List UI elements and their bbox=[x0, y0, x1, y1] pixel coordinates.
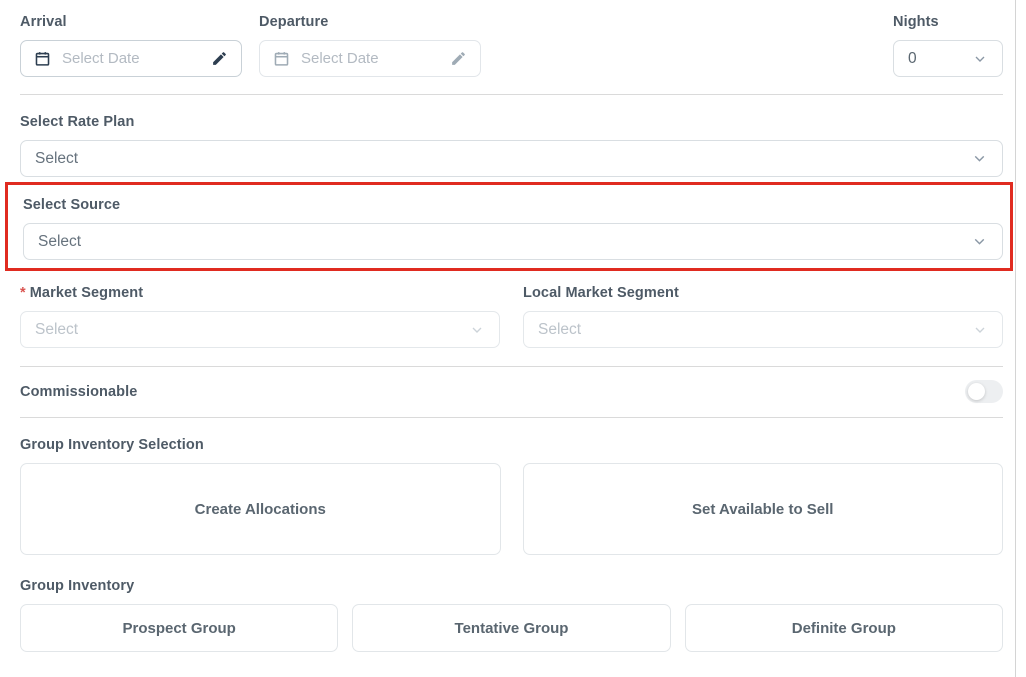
group-inventory-selection-options: Create Allocations Set Available to Sell bbox=[20, 463, 1003, 555]
chevron-down-icon bbox=[469, 322, 485, 338]
arrival-placeholder: Select Date bbox=[62, 50, 140, 67]
chevron-down-icon bbox=[971, 150, 988, 167]
local-market-segment-value: Select bbox=[538, 321, 581, 339]
departure-date-input[interactable]: Select Date bbox=[259, 40, 481, 77]
market-segment-value: Select bbox=[35, 321, 78, 339]
group-inventory-selection-label: Group Inventory Selection bbox=[20, 437, 1003, 453]
edit-pencil-icon[interactable] bbox=[211, 50, 228, 67]
commissionable-label: Commissionable bbox=[20, 384, 137, 400]
divider bbox=[20, 94, 1003, 95]
group-inventory-section: Group Inventory Prospect Group Tentative… bbox=[20, 578, 1003, 652]
rate-plan-select[interactable]: Select bbox=[20, 140, 1003, 177]
group-booking-form: Arrival Select Date bbox=[0, 0, 1026, 677]
panel-edge-divider bbox=[1015, 0, 1016, 677]
market-segment-label: *Market Segment bbox=[20, 285, 500, 301]
group-inventory-selection-section: Group Inventory Selection Create Allocat… bbox=[20, 437, 1003, 555]
dates-row: Arrival Select Date bbox=[20, 14, 1003, 77]
chevron-down-icon bbox=[972, 322, 988, 338]
edit-pencil-icon[interactable] bbox=[450, 50, 467, 67]
arrival-field-group: Arrival Select Date bbox=[20, 14, 242, 77]
set-available-to-sell-button[interactable]: Set Available to Sell bbox=[523, 463, 1004, 555]
prospect-group-button[interactable]: Prospect Group bbox=[20, 604, 338, 652]
nights-label: Nights bbox=[893, 14, 1003, 30]
local-market-segment-label: Local Market Segment bbox=[523, 285, 1003, 301]
chevron-down-icon bbox=[972, 51, 988, 67]
rate-plan-value: Select bbox=[35, 150, 78, 168]
tentative-group-button[interactable]: Tentative Group bbox=[352, 604, 670, 652]
group-inventory-options: Prospect Group Tentative Group Definite … bbox=[20, 604, 1003, 652]
departure-label: Departure bbox=[259, 14, 481, 30]
calendar-icon bbox=[34, 50, 51, 67]
departure-field-group: Departure Select Date bbox=[259, 14, 481, 77]
market-segment-row: *Market Segment Select Local Market Segm… bbox=[20, 285, 1003, 348]
market-segment-select[interactable]: Select bbox=[20, 311, 500, 348]
source-label: Select Source bbox=[23, 197, 1003, 213]
nights-select[interactable]: 0 bbox=[893, 40, 1003, 77]
create-allocations-button[interactable]: Create Allocations bbox=[20, 463, 501, 555]
rate-plan-label: Select Rate Plan bbox=[20, 114, 1003, 130]
source-highlight-box: Select Source Select bbox=[5, 182, 1013, 271]
calendar-icon bbox=[273, 50, 290, 67]
commissionable-row: Commissionable bbox=[20, 366, 1003, 418]
toggle-knob bbox=[968, 383, 985, 400]
departure-placeholder: Select Date bbox=[301, 50, 379, 67]
arrival-label: Arrival bbox=[20, 14, 242, 30]
arrival-date-input[interactable]: Select Date bbox=[20, 40, 242, 77]
rate-plan-section: Select Rate Plan Select bbox=[20, 114, 1003, 177]
definite-group-button[interactable]: Definite Group bbox=[685, 604, 1003, 652]
local-market-segment-select[interactable]: Select bbox=[523, 311, 1003, 348]
group-inventory-label: Group Inventory bbox=[20, 578, 1003, 594]
required-asterisk: * bbox=[20, 285, 26, 301]
chevron-down-icon bbox=[971, 233, 988, 250]
source-select[interactable]: Select bbox=[23, 223, 1003, 260]
nights-field-group: Nights 0 bbox=[893, 14, 1003, 77]
nights-value: 0 bbox=[908, 50, 917, 68]
local-market-segment-field-group: Local Market Segment Select bbox=[523, 285, 1003, 348]
market-segment-field-group: *Market Segment Select bbox=[20, 285, 500, 348]
source-value: Select bbox=[38, 233, 81, 251]
commissionable-toggle[interactable] bbox=[965, 380, 1003, 403]
